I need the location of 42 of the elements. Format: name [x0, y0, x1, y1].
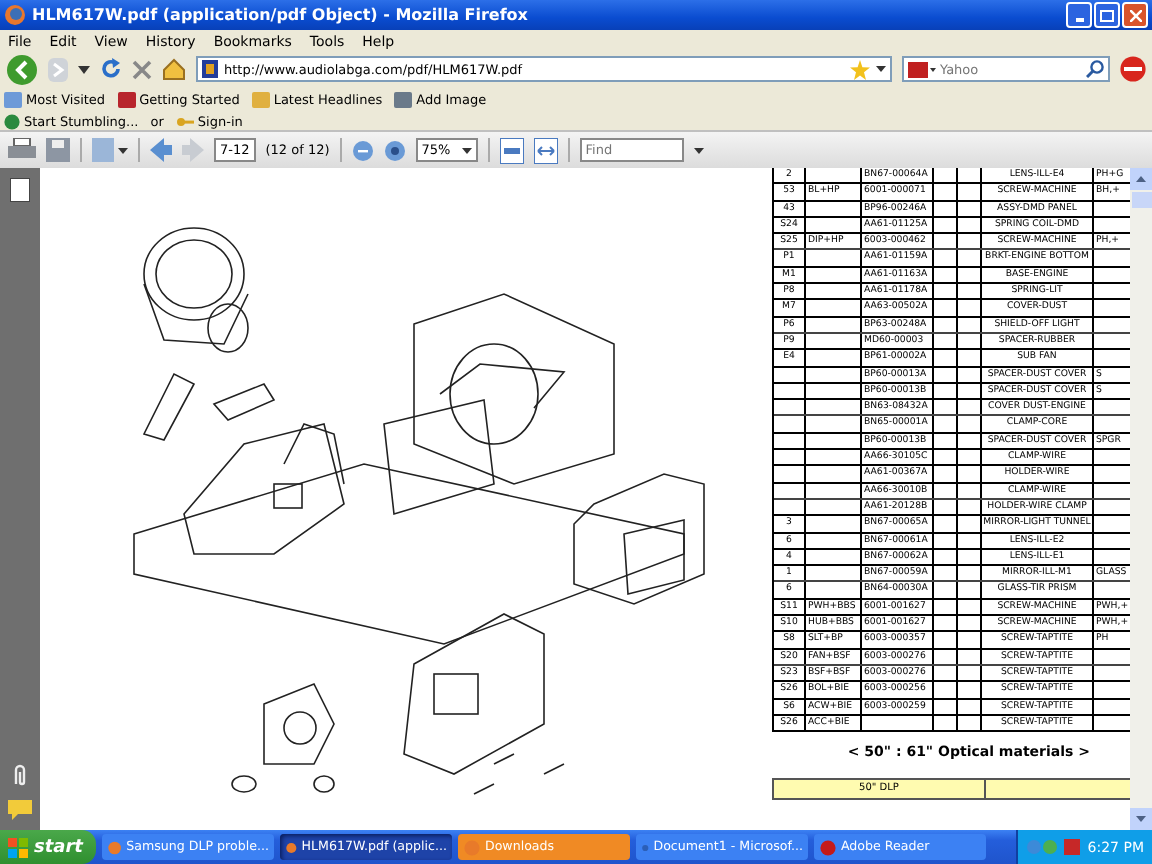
dropdown-arrow-icon[interactable]	[78, 65, 90, 73]
window-title: HLM617W.pdf (application/pdf Object) - Mozilla Firefox	[32, 6, 528, 24]
key-icon	[175, 113, 194, 129]
close-button[interactable]	[1122, 2, 1148, 28]
restore-button[interactable]	[1094, 2, 1120, 28]
stop-sign-icon[interactable]	[1120, 56, 1146, 82]
search-engine-icon[interactable]	[908, 61, 936, 77]
fit-width-icon[interactable]	[533, 137, 558, 163]
app-icon	[286, 839, 298, 855]
dropdown-arrow-icon[interactable]	[693, 147, 704, 153]
zoom-out-icon[interactable]	[351, 139, 374, 161]
comment-icon[interactable]	[8, 800, 32, 820]
document-icon[interactable]	[92, 138, 128, 162]
app-icon	[108, 839, 123, 855]
print-icon[interactable]	[8, 138, 36, 162]
dropdown-arrow-icon	[461, 147, 472, 153]
zoom-in-icon[interactable]	[383, 139, 406, 161]
dropdown-arrow-icon[interactable]	[876, 66, 886, 72]
firefox-icon	[4, 4, 26, 26]
scroll-thumb[interactable]	[1131, 192, 1151, 208]
back-button[interactable]	[6, 53, 38, 85]
scroll-up-button[interactable]	[1130, 168, 1152, 190]
fit-page-icon[interactable]	[499, 137, 524, 163]
close-icon	[1129, 9, 1141, 21]
app-icon	[820, 839, 837, 855]
previous-page-icon[interactable]	[150, 138, 172, 162]
minimize-button[interactable]	[1066, 2, 1092, 28]
vertical-scrollbar[interactable]	[1130, 168, 1152, 830]
windows-logo-icon	[8, 837, 28, 857]
app-icon	[642, 839, 650, 855]
site-icon	[202, 60, 218, 78]
scroll-down-button[interactable]	[1130, 808, 1152, 830]
reload-icon[interactable]	[100, 58, 122, 80]
stop-icon[interactable]	[132, 59, 152, 79]
tray-icon	[1025, 838, 1082, 856]
pages-icon[interactable]	[10, 178, 30, 202]
home-icon[interactable]	[162, 58, 186, 80]
save-icon[interactable]	[46, 138, 70, 162]
start-button[interactable]: start	[0, 830, 97, 864]
star-icon[interactable]	[850, 59, 870, 79]
paperclip-icon[interactable]	[12, 764, 28, 788]
search-icon[interactable]	[1086, 60, 1104, 78]
